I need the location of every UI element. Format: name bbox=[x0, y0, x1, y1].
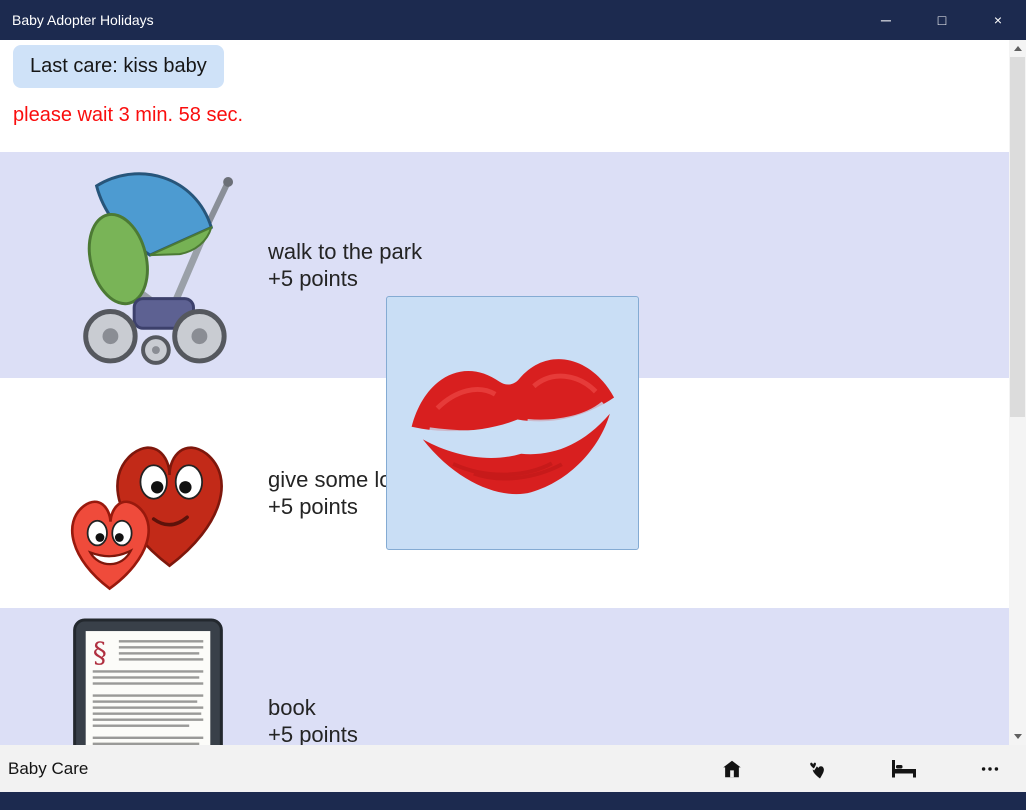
activity-label: walk to the park bbox=[268, 239, 423, 264]
more-button[interactable] bbox=[964, 745, 1016, 792]
activity-points: +5 points bbox=[268, 722, 358, 745]
vertical-scrollbar[interactable] bbox=[1009, 40, 1026, 745]
book-tablet-icon: § bbox=[55, 618, 240, 745]
wait-message: please wait 3 min. 58 sec. bbox=[13, 104, 244, 126]
activity-label: book bbox=[268, 695, 316, 720]
home-button[interactable] bbox=[706, 745, 758, 792]
activity-points: +5 points bbox=[268, 266, 358, 291]
sleep-button[interactable] bbox=[878, 745, 930, 792]
home-icon bbox=[723, 760, 741, 777]
love-hearts-icon bbox=[808, 760, 824, 778]
maximize-button[interactable]: □ bbox=[914, 0, 970, 40]
titlebar: Baby Adopter Holidays ─ □ × bbox=[0, 0, 1026, 40]
kiss-lips-icon bbox=[411, 359, 614, 495]
activity-row-book[interactable]: § book +5 points bbox=[0, 608, 1009, 745]
activity-text: book +5 points bbox=[268, 694, 358, 745]
bottom-bar-icons bbox=[706, 745, 1016, 792]
caption-buttons: ─ □ × bbox=[858, 0, 1026, 40]
window-title: Baby Adopter Holidays bbox=[12, 12, 154, 28]
bed-icon bbox=[892, 759, 916, 777]
bottom-bar-label: Baby Care bbox=[8, 758, 89, 778]
bottom-strip bbox=[0, 792, 1026, 810]
content-area: Last care: kiss baby please wait 3 min. … bbox=[0, 40, 1026, 745]
hearts-icon bbox=[55, 384, 240, 602]
app-window: Baby Adopter Holidays ─ □ × Last care: k… bbox=[0, 0, 1026, 810]
bottom-app-bar: Baby Care bbox=[0, 745, 1026, 792]
arrow-down-icon[interactable] bbox=[1009, 728, 1026, 745]
more-icon bbox=[981, 766, 999, 771]
last-care-badge: Last care: kiss baby bbox=[13, 45, 224, 88]
scrollbar-thumb[interactable] bbox=[1010, 57, 1025, 417]
minimize-button[interactable]: ─ bbox=[858, 0, 914, 40]
close-button[interactable]: × bbox=[970, 0, 1026, 40]
stroller-icon bbox=[55, 163, 240, 368]
arrow-up-icon[interactable] bbox=[1009, 40, 1026, 57]
activity-text: walk to the park +5 points bbox=[268, 238, 422, 292]
kiss-popup bbox=[386, 296, 639, 550]
svg-text:§: § bbox=[92, 636, 106, 669]
love-button[interactable] bbox=[792, 745, 844, 792]
